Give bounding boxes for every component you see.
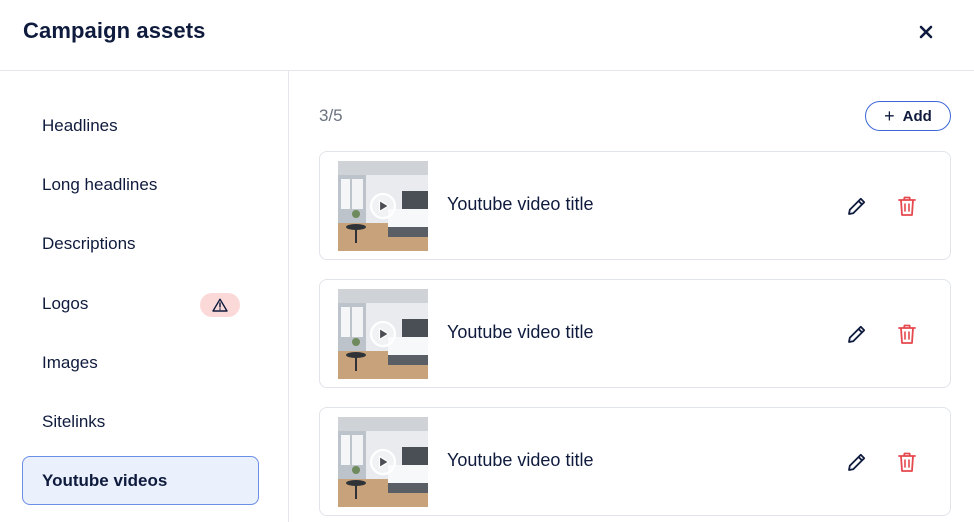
pencil-icon <box>848 453 866 471</box>
sidebar-item-label: Long headlines <box>42 174 158 194</box>
pencil-icon <box>848 325 866 343</box>
trash-icon <box>898 452 916 472</box>
warning-badge <box>200 293 240 317</box>
close-icon <box>919 25 933 39</box>
sidebar-item-label: Descriptions <box>42 233 136 253</box>
edit-button[interactable] <box>844 321 870 347</box>
play-icon <box>369 192 397 220</box>
video-title: Youtube video title <box>447 194 594 214</box>
asset-list-panel: 3/5 + Add Youtube video title Youtube vi… <box>289 71 974 522</box>
play-icon <box>369 448 397 476</box>
play-icon <box>369 320 397 348</box>
video-title: Youtube video title <box>447 450 594 470</box>
add-button-label: Add <box>902 107 932 125</box>
sidebar-item-label: Logos <box>42 293 89 313</box>
edit-button[interactable] <box>844 449 870 475</box>
video-title: Youtube video title <box>447 322 594 342</box>
video-thumbnail[interactable] <box>338 161 428 251</box>
dialog-title: Campaign assets <box>23 18 206 43</box>
asset-type-sidebar: Headlines Long headlines Descriptions Lo… <box>0 71 289 522</box>
pencil-icon <box>848 197 866 215</box>
sidebar-item-label: Sitelinks <box>42 411 106 431</box>
add-button[interactable]: + Add <box>865 101 951 131</box>
sidebar-item-descriptions[interactable]: Descriptions <box>22 219 259 268</box>
close-button[interactable] <box>912 20 940 44</box>
sidebar-item-sitelinks[interactable]: Sitelinks <box>22 397 259 446</box>
dialog-header: Campaign assets <box>0 0 974 71</box>
sidebar-item-images[interactable]: Images <box>22 338 259 387</box>
sidebar-item-youtube-videos[interactable]: Youtube videos <box>22 456 259 505</box>
delete-button[interactable] <box>894 193 920 219</box>
plus-icon: + <box>884 106 895 126</box>
delete-button[interactable] <box>894 321 920 347</box>
video-thumbnail[interactable] <box>338 289 428 379</box>
video-card: Youtube video title <box>319 279 951 388</box>
sidebar-item-label: Images <box>42 352 98 372</box>
warning-icon <box>212 298 228 312</box>
trash-icon <box>898 324 916 344</box>
asset-counter: 3/5 <box>319 106 343 125</box>
trash-icon <box>898 196 916 216</box>
video-card: Youtube video title <box>319 407 951 516</box>
delete-button[interactable] <box>894 449 920 475</box>
sidebar-item-headlines[interactable]: Headlines <box>22 101 259 150</box>
sidebar-item-logos[interactable]: Logos <box>22 279 259 328</box>
video-card: Youtube video title <box>319 151 951 260</box>
edit-button[interactable] <box>844 193 870 219</box>
video-thumbnail[interactable] <box>338 417 428 507</box>
sidebar-item-label: Youtube videos <box>42 470 168 490</box>
sidebar-item-label: Headlines <box>42 115 118 135</box>
sidebar-item-long-headlines[interactable]: Long headlines <box>22 160 259 209</box>
